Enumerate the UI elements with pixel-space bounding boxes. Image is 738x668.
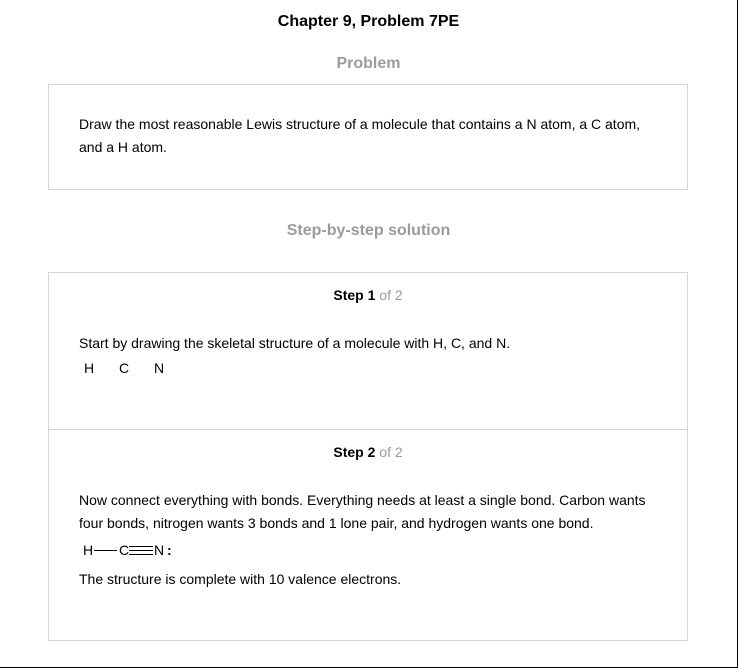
problem-text: Draw the most reasonable Lewis structure… (79, 116, 641, 155)
step-2: Step 2 of 2 Now connect everything with … (49, 430, 687, 640)
solution-heading: Step-by-step solution (286, 222, 451, 239)
triple-bond-line-3 (129, 554, 153, 555)
step-1-label: Step (333, 287, 364, 303)
step-2-number: 2 (367, 444, 376, 460)
step-2-header: Step 2 of 2 (49, 443, 687, 461)
lone-pair: : (167, 542, 172, 558)
lewis-structure: H C N : (83, 541, 203, 559)
problem-box: Draw the most reasonable Lewis structure… (48, 84, 688, 190)
step-2-label: Step (333, 444, 364, 460)
lewis-atom-n: N (154, 542, 165, 558)
step-2-of: of 2 (379, 444, 403, 460)
atom-c: C (119, 360, 130, 376)
step-2-conclusion: The structure is complete with 10 valenc… (79, 571, 402, 587)
lewis-atom-c: C (119, 542, 130, 558)
problem-heading: Problem (336, 55, 401, 72)
solution-box: Step 1 of 2 Start by drawing the skeleta… (48, 272, 688, 641)
step-1: Step 1 of 2 Start by drawing the skeleta… (49, 273, 687, 430)
triple-bond-line-2 (129, 550, 153, 551)
lewis-atom-h: H (83, 542, 94, 558)
single-bond (94, 550, 117, 551)
step-1-text: Start by drawing the skeletal structure … (79, 335, 511, 351)
atom-h: H (84, 360, 95, 376)
step-1-of: of 2 (379, 287, 403, 303)
page-title: Chapter 9, Problem 7PE (277, 13, 460, 30)
step-1-header: Step 1 of 2 (49, 286, 687, 304)
step-1-number: 1 (367, 287, 376, 303)
triple-bond-line-1 (129, 546, 153, 547)
atom-n: N (154, 360, 165, 376)
skeletal-atoms: HCN (84, 359, 164, 377)
step-2-text: Now connect everything with bonds. Every… (79, 492, 646, 531)
